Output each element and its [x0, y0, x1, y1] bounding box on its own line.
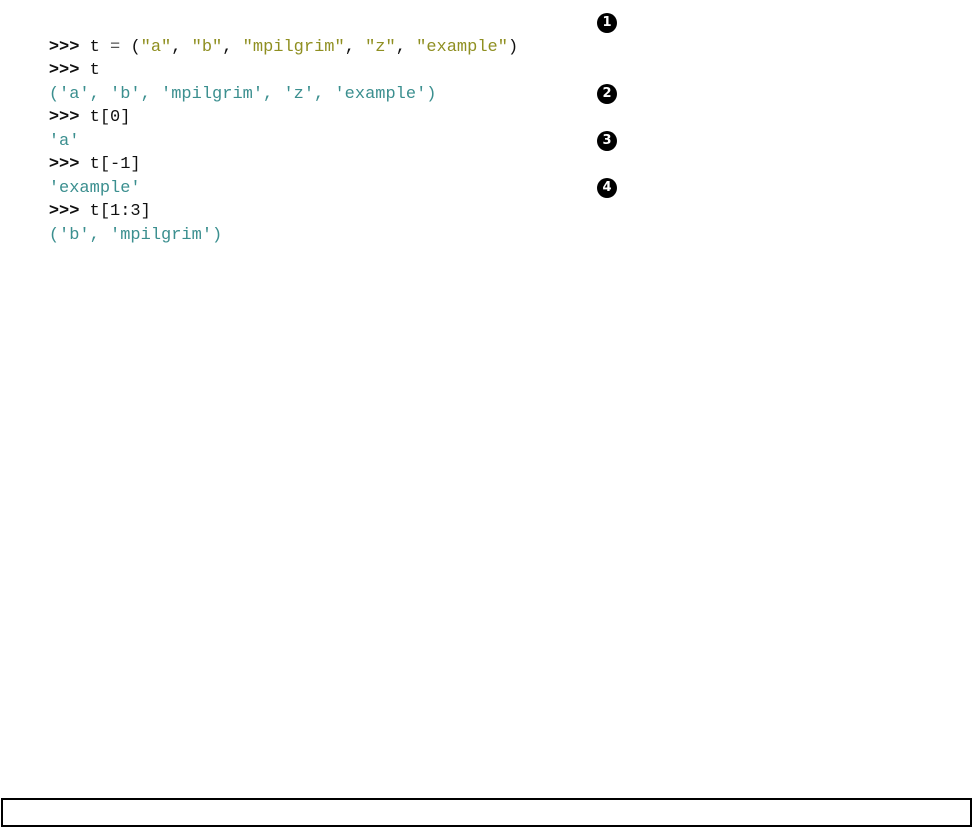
callout-marker-1: 1 [597, 13, 617, 33]
output-line: 'example' [8, 153, 628, 198]
callout-marker-2: 2 [597, 83, 617, 104]
output-line: ('a', 'b', 'mpilgrim', 'z', 'example') [8, 59, 628, 104]
callout-marker-4: 4 [597, 177, 617, 198]
output-line: 'a' [8, 106, 628, 151]
callout-marker-3: 3 [597, 130, 617, 151]
input-line-tuple-assignment: >>> t = ("a", "b", "mpilgrim", "z", "exa… [8, 12, 628, 57]
output-line: ('b', 'mpilgrim') [8, 200, 628, 245]
command-input-bar[interactable] [1, 798, 972, 827]
python-session: >>> t = ("a", "b", "mpilgrim", "z", "exa… [8, 12, 628, 245]
input-line: >>> t[-1] 3 [8, 130, 628, 174]
input-line: >>> t[0] 2 [8, 83, 628, 127]
input-line: >>> t[1:3] 4 [8, 177, 628, 221]
input-line: >>> t [8, 36, 628, 80]
output-text: ('b', 'mpilgrim') [48, 225, 223, 245]
